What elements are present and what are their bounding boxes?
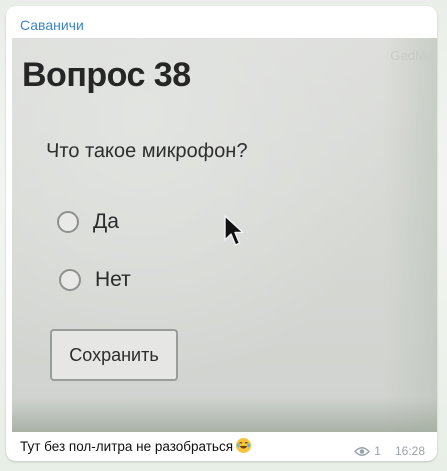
channel-name[interactable]: Саваничи	[20, 17, 84, 33]
option-no: Нет	[59, 268, 131, 292]
photo-shadow	[383, 38, 437, 432]
photo-bottom-band	[12, 398, 437, 432]
message-photo[interactable]: GadMe Вопрос 38 Что такое микрофон? Да Н…	[12, 38, 437, 432]
question-text: Что такое микрофон?	[45, 140, 248, 162]
radio-button-no	[59, 269, 81, 291]
laughing-tears-emoji-icon	[236, 438, 252, 453]
message-bubble: Саваничи GadMe Вопрос 38 Что такое микро…	[6, 6, 437, 461]
message-meta: 1 16:28	[354, 444, 425, 458]
radio-button-yes	[57, 211, 79, 233]
mouse-cursor-icon	[224, 215, 244, 246]
question-title: Вопрос 38	[22, 56, 191, 94]
message-time: 16:28	[394, 444, 425, 458]
photo-watermark: GadMe	[390, 48, 433, 63]
option-label-yes: Да	[93, 210, 119, 233]
message-caption: Тут без пол-литра не разобраться	[20, 438, 252, 454]
caption-text: Тут без пол-литра не разобраться	[20, 439, 234, 454]
option-label-no: Нет	[95, 268, 131, 291]
eye-icon	[354, 446, 371, 456]
option-yes: Да	[57, 210, 119, 234]
save-button: Сохранить	[50, 329, 178, 381]
view-count: 1	[374, 444, 381, 458]
